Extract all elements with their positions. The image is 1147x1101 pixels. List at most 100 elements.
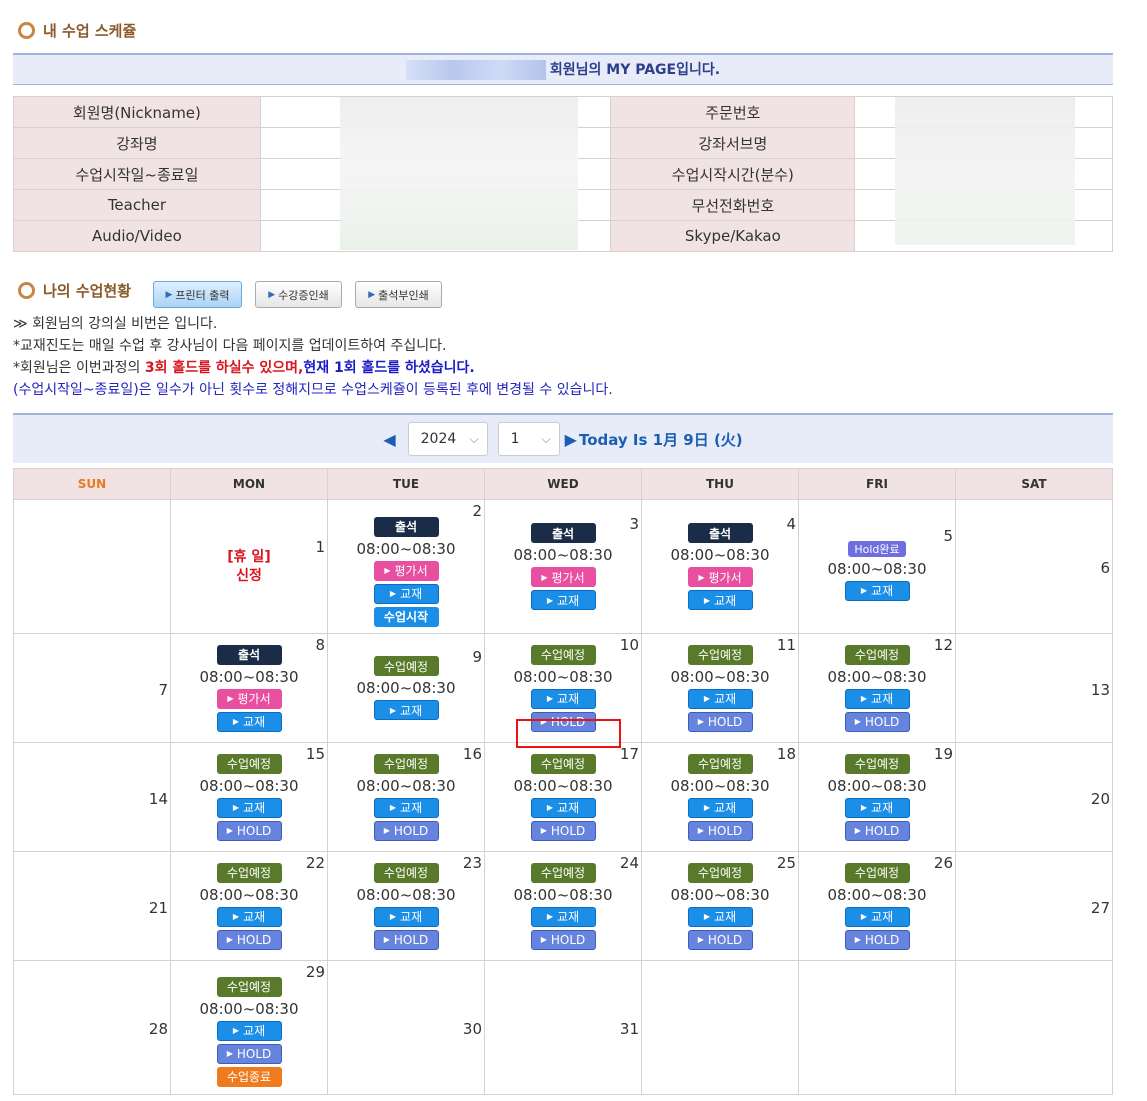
material-button[interactable]: ▶ 교재 [216, 711, 282, 732]
section-title-schedule: 내 수업 스케쥴 [18, 20, 136, 41]
hold-button[interactable]: ▶ HOLD [530, 929, 596, 950]
material-button[interactable]: ▶ 교재 [216, 1020, 282, 1041]
day-cell: 20 [955, 742, 1113, 852]
material-button[interactable]: ▶ 교재 [530, 590, 596, 610]
hold-button[interactable]: ▶ HOLD [373, 929, 439, 950]
scheduled-badge: 수업예정 [844, 753, 910, 774]
scheduled-badge: 수업예정 [216, 862, 282, 883]
scheduled-badge: 수업예정 [216, 753, 282, 774]
hold-button[interactable]: ▶ HOLD [530, 820, 596, 841]
year-select[interactable]: 2024 ⌵ [407, 422, 488, 456]
label-course-sub: 강좌서브명 [610, 127, 856, 159]
scheduled-badge: 수업예정 [530, 862, 596, 883]
hold-button[interactable]: ▶ HOLD [844, 820, 910, 841]
material-button[interactable]: ▶ 교재 [844, 688, 910, 709]
day-cell: 18 수업예정 08:00~08:30 ▶ 교재 ▶ HOLD [641, 742, 799, 852]
play-icon: ▶ [368, 289, 376, 300]
eval-button[interactable]: ▶ 평가서 [530, 567, 596, 587]
day-cell: 29 수업예정 08:00~08:30 ▶ 교재 ▶ HOLD 수업종료 [170, 960, 328, 1095]
day-cell: 31 [484, 960, 642, 1095]
scheduled-badge: 수업예정 [687, 753, 753, 774]
material-button[interactable]: ▶ 교재 [373, 700, 439, 720]
redacted-values-left [340, 97, 578, 250]
hold-button[interactable]: ▶ HOLD [216, 1043, 282, 1064]
material-button[interactable]: ▶ 교재 [373, 797, 439, 818]
day-cell: 27 [955, 851, 1113, 961]
calendar: SUN MON TUE WED THU FRI SAT 1 [휴 일] 신정 2 … [13, 468, 1113, 1095]
label-start-time: 수업시작시간(분수) [610, 158, 856, 190]
scheduled-badge: 수업예정 [373, 753, 439, 774]
attend-badge: 출석 [687, 523, 753, 543]
next-month-icon[interactable]: ▶ [565, 430, 577, 449]
material-button[interactable]: ▶ 교재 [530, 797, 596, 818]
material-button[interactable]: ▶ 교재 [687, 590, 753, 610]
day-cell: 16 수업예정 08:00~08:30 ▶ 교재 ▶ HOLD [327, 742, 485, 852]
eval-button[interactable]: ▶ 평가서 [687, 567, 753, 587]
mypage-banner: 회원님의 MY PAGE입니다. [13, 53, 1113, 85]
material-button[interactable]: ▶ 교재 [216, 797, 282, 818]
day-cell: 26 수업예정 08:00~08:30 ▶ 교재 ▶ HOLD [798, 851, 956, 961]
circle-icon [18, 22, 35, 39]
scheduled-badge: 수업예정 [373, 862, 439, 883]
hold-button[interactable]: ▶ HOLD [687, 820, 753, 841]
hold-button[interactable]: ▶ HOLD [687, 711, 753, 732]
material-button[interactable]: ▶ 교재 [687, 688, 753, 709]
month-select[interactable]: 1 ⌵ [497, 422, 560, 456]
material-button[interactable]: ▶ 교재 [216, 906, 282, 927]
day-cell: 6 [955, 499, 1113, 634]
material-button[interactable]: ▶ 교재 [530, 688, 596, 709]
hold-button[interactable]: ▶ HOLD [216, 929, 282, 950]
material-button[interactable]: ▶ 교재 [687, 906, 753, 927]
hold-button[interactable]: ▶ HOLD [687, 929, 753, 950]
material-button[interactable]: ▶ 교재 [530, 906, 596, 927]
day-cell: 4 출석 08:00~08:30 ▶ 평가서 ▶ 교재 [641, 499, 799, 634]
day-cell: 1 [휴 일] 신정 [170, 499, 328, 634]
hold-button[interactable]: ▶ HOLD [844, 711, 910, 732]
day-cell: 30 [327, 960, 485, 1095]
play-icon: ▶ [165, 289, 173, 300]
hold-button[interactable]: ▶ HOLD [373, 820, 439, 841]
label-course: 강좌명 [13, 127, 261, 159]
attend-badge: 출석 [530, 523, 596, 543]
print-button[interactable]: ▶ 프린터 출력 [153, 281, 242, 308]
notes: ≫ 회원님의 강의실 비번은 입니다. *교재진도는 매일 수업 후 강사님이 … [13, 316, 613, 398]
scheduled-badge: 수업예정 [844, 644, 910, 665]
attend-badge: 출석 [373, 516, 439, 537]
label-order-number: 주문번호 [610, 96, 856, 128]
attendance-print-button[interactable]: ▶ 출석부인쇄 [355, 281, 442, 308]
material-button[interactable]: ▶ 교재 [373, 583, 439, 604]
hold-done-badge: Hold완료 [848, 540, 906, 557]
label-audio-video: Audio/Video [13, 220, 261, 252]
eval-button[interactable]: ▶ 평가서 [216, 688, 282, 709]
hold-button[interactable]: ▶ HOLD [216, 820, 282, 841]
hold-button[interactable]: ▶ HOLD [844, 929, 910, 950]
redacted-name [405, 60, 546, 80]
scheduled-badge: 수업예정 [530, 644, 596, 665]
material-button[interactable]: ▶ 교재 [844, 797, 910, 818]
day-cell: 7 [13, 633, 171, 743]
certificate-print-button[interactable]: ▶ 수강증인쇄 [255, 281, 342, 308]
calendar-nav: ◀ 2024 ⌵ 1 ⌵ ▶ Today Is 1月 9日 (火) [13, 413, 1113, 463]
eval-button[interactable]: ▶ 평가서 [373, 560, 439, 581]
scheduled-badge: 수업예정 [687, 644, 753, 665]
chevron-down-icon: ⌵ [469, 431, 479, 446]
day-cell: 2 출석 08:00~08:30 ▶ 평가서 ▶ 교재 수업시작 [327, 499, 485, 634]
prev-month-icon[interactable]: ◀ [383, 430, 395, 449]
day-cell: 12 수업예정 08:00~08:30 ▶ 교재 ▶ HOLD [798, 633, 956, 743]
attend-badge: 출석 [216, 644, 282, 665]
label-nickname: 회원명(Nickname) [13, 96, 261, 128]
day-cell: 21 [13, 851, 171, 961]
start-badge: 수업시작 [373, 606, 439, 627]
material-button[interactable]: ▶ 교재 [687, 797, 753, 818]
scheduled-badge: 수업예정 [216, 976, 282, 997]
today-label: Today Is 1月 9日 (火) [578, 430, 743, 449]
day-cell: 23 수업예정 08:00~08:30 ▶ 교재 ▶ HOLD [327, 851, 485, 961]
day-cell: 9 수업예정 08:00~08:30 ▶ 교재 [327, 633, 485, 743]
material-button[interactable]: ▶ 교재 [844, 906, 910, 927]
day-cell: 15 수업예정 08:00~08:30 ▶ 교재 ▶ HOLD [170, 742, 328, 852]
day-cell: 13 [955, 633, 1113, 743]
scheduled-badge: 수업예정 [687, 862, 753, 883]
material-button[interactable]: ▶ 교재 [844, 580, 910, 601]
end-badge: 수업종료 [216, 1066, 282, 1087]
material-button[interactable]: ▶ 교재 [373, 906, 439, 927]
